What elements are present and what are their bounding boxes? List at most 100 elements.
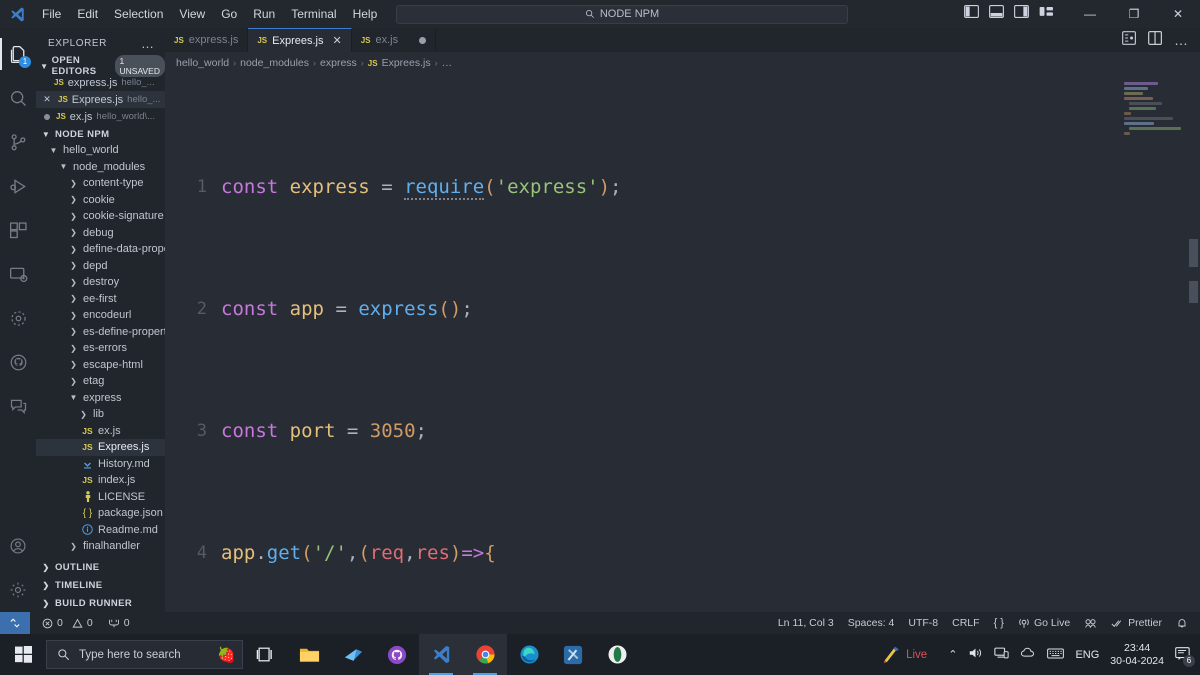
language-indicator[interactable]: ENG — [1075, 649, 1099, 661]
scrollbar-thumb-secondary[interactable] — [1189, 281, 1198, 303]
activity-run-debug-icon[interactable] — [0, 164, 36, 208]
section-outline[interactable]: ❯ OUTLINE — [36, 558, 165, 576]
tree-item-node-modules[interactable]: ▼ node_modules — [36, 159, 165, 176]
edge-icon[interactable] — [507, 634, 551, 675]
problems-status[interactable]: 0 0 0 — [30, 612, 137, 634]
activity-remote-explorer-icon[interactable] — [0, 252, 36, 296]
notifications-button[interactable]: 6 — [1175, 646, 1195, 667]
menu-terminal[interactable]: Terminal — [283, 3, 344, 25]
minimap[interactable] — [1120, 74, 1186, 612]
menu-go[interactable]: Go — [213, 3, 245, 25]
tree-item-hello-world[interactable]: ▼ hello_world — [36, 142, 165, 159]
menu-edit[interactable]: Edit — [69, 3, 106, 25]
breadcrumb-item[interactable]: Exprees.js — [382, 57, 431, 69]
section-workspace[interactable]: ▼ NODE NPM — [36, 126, 165, 142]
tree-item-folder[interactable]: ❯ etag — [36, 373, 165, 390]
maximize-button[interactable]: ❐ — [1112, 0, 1156, 28]
close-icon[interactable]: ✕ — [42, 94, 52, 105]
open-editor-item[interactable]: ✕ JS Exprees.js hello_... — [36, 91, 165, 108]
tray-expand-chevron-icon[interactable]: ⌃ — [948, 648, 957, 661]
breadcrumb-item[interactable]: hello_world — [176, 57, 229, 69]
customize-layout-icon[interactable] — [1039, 5, 1054, 23]
quick-search-box[interactable]: NODE NPM — [396, 4, 848, 24]
notifications-bell-button[interactable] — [1169, 612, 1200, 634]
toggle-secondary-sidebar-icon[interactable] — [1014, 5, 1029, 23]
activity-search-icon[interactable] — [0, 76, 36, 120]
open-editor-item[interactable]: JS ex.js hello_world\... — [36, 108, 165, 125]
activity-testing-icon[interactable] — [0, 296, 36, 340]
more-actions-icon[interactable]: … — [1174, 32, 1189, 48]
opera-icon[interactable] — [595, 634, 639, 675]
tree-item-folder[interactable]: ❯ content-type — [36, 175, 165, 192]
go-live-button[interactable]: Go Live — [1011, 612, 1077, 634]
network-icon[interactable] — [994, 646, 1010, 663]
menu-file[interactable]: File — [34, 3, 69, 25]
eol-setting[interactable]: CRLF — [945, 612, 986, 634]
minimize-button[interactable]: — — [1068, 0, 1112, 28]
language-mode-icon[interactable]: { } — [987, 612, 1011, 634]
activity-settings-icon[interactable] — [0, 568, 36, 612]
tree-item-folder[interactable]: ❯ escape-html — [36, 357, 165, 374]
live-server-indicator[interactable]: Live — [881, 645, 927, 665]
github-desktop-icon[interactable] — [375, 634, 419, 675]
tree-item-folder[interactable]: ❯ define-data-proper... — [36, 241, 165, 258]
live-share-button[interactable] — [1077, 612, 1104, 634]
tree-item-folder[interactable]: ❯ depd — [36, 258, 165, 275]
tree-item-file[interactable]: LICENSE — [36, 489, 165, 506]
windows-start-button[interactable] — [0, 634, 46, 675]
tree-item-folder[interactable]: ❯ finalhandler — [36, 538, 165, 555]
tree-item-folder[interactable]: ❯ cookie — [36, 192, 165, 209]
activity-source-control-icon[interactable] — [0, 120, 36, 164]
menu-run[interactable]: Run — [245, 3, 283, 25]
tree-item-folder[interactable]: ❯ encodeurl — [36, 307, 165, 324]
breadcrumb-item[interactable]: … — [442, 57, 453, 69]
vscode-icon[interactable] — [419, 634, 463, 675]
menu-view[interactable]: View — [171, 3, 213, 25]
tree-item-folder[interactable]: ❯ debug — [36, 225, 165, 242]
tab-exprees-js[interactable]: JS Exprees.js ✕ — [248, 28, 352, 52]
section-open-editors[interactable]: ▼ OPEN EDITORS 1 unsaved — [36, 55, 165, 77]
tree-item-folder[interactable]: ❯ destroy — [36, 274, 165, 291]
activity-extensions-icon[interactable] — [0, 208, 36, 252]
toggle-panel-icon[interactable] — [989, 5, 1004, 23]
activity-github-icon[interactable] — [0, 340, 36, 384]
remote-window-button[interactable] — [0, 612, 30, 634]
section-timeline[interactable]: ❯ TIMELINE — [36, 576, 165, 594]
menu-help[interactable]: Help — [345, 3, 386, 25]
close-button[interactable]: ✕ — [1156, 0, 1200, 28]
chrome-icon[interactable] — [463, 634, 507, 675]
toggle-primary-sidebar-icon[interactable] — [964, 5, 979, 23]
tab-ex-js[interactable]: JS ex.js — [351, 28, 437, 52]
tree-item-file[interactable]: History.md — [36, 456, 165, 473]
indentation-setting[interactable]: Spaces: 4 — [841, 612, 902, 634]
menu-selection[interactable]: Selection — [106, 3, 171, 25]
tree-item-file-selected[interactable]: JS Exprees.js — [36, 439, 165, 456]
tree-item-express[interactable]: ▼ express — [36, 390, 165, 407]
tree-item-file[interactable]: JS ex.js — [36, 423, 165, 440]
tree-item-folder[interactable]: ❯ es-errors — [36, 340, 165, 357]
tree-item-file[interactable]: Readme.md — [36, 522, 165, 539]
cursor-position[interactable]: Ln 11, Col 3 — [771, 612, 841, 634]
volume-icon[interactable] — [968, 646, 983, 663]
prettier-button[interactable]: Prettier — [1104, 612, 1169, 634]
code-editor[interactable]: 1 const express = require('express'); 2 … — [165, 74, 1200, 612]
tab-express-js[interactable]: JS express.js — [165, 28, 249, 52]
bluestacks-icon[interactable] — [551, 634, 595, 675]
tree-item-folder[interactable]: ❯ cookie-signature — [36, 208, 165, 225]
file-explorer-icon[interactable] — [287, 634, 331, 675]
breadcrumb-item[interactable]: express — [320, 57, 357, 69]
scrollbar-thumb[interactable] — [1189, 239, 1198, 267]
tab-close-icon[interactable]: ✕ — [332, 34, 341, 47]
tree-item-folder[interactable]: ❯ es-define-property — [36, 324, 165, 341]
onedrive-icon[interactable] — [1020, 646, 1036, 663]
tree-item-file[interactable]: { } package.json — [36, 505, 165, 522]
encoding-setting[interactable]: UTF-8 — [901, 612, 945, 634]
split-editor-down-icon[interactable] — [1122, 30, 1137, 50]
editor-scrollbar[interactable] — [1186, 74, 1200, 612]
section-build-runner[interactable]: ❯ BUILD RUNNER — [36, 594, 165, 612]
taskbar-search-box[interactable]: Type here to search 🍓 — [46, 640, 243, 669]
azure-data-studio-icon[interactable] — [331, 634, 375, 675]
tree-item-file[interactable]: JS index.js — [36, 472, 165, 489]
open-editor-item[interactable]: JS express.js hello_... — [36, 74, 165, 91]
tree-item-folder[interactable]: ❯ ee-first — [36, 291, 165, 308]
